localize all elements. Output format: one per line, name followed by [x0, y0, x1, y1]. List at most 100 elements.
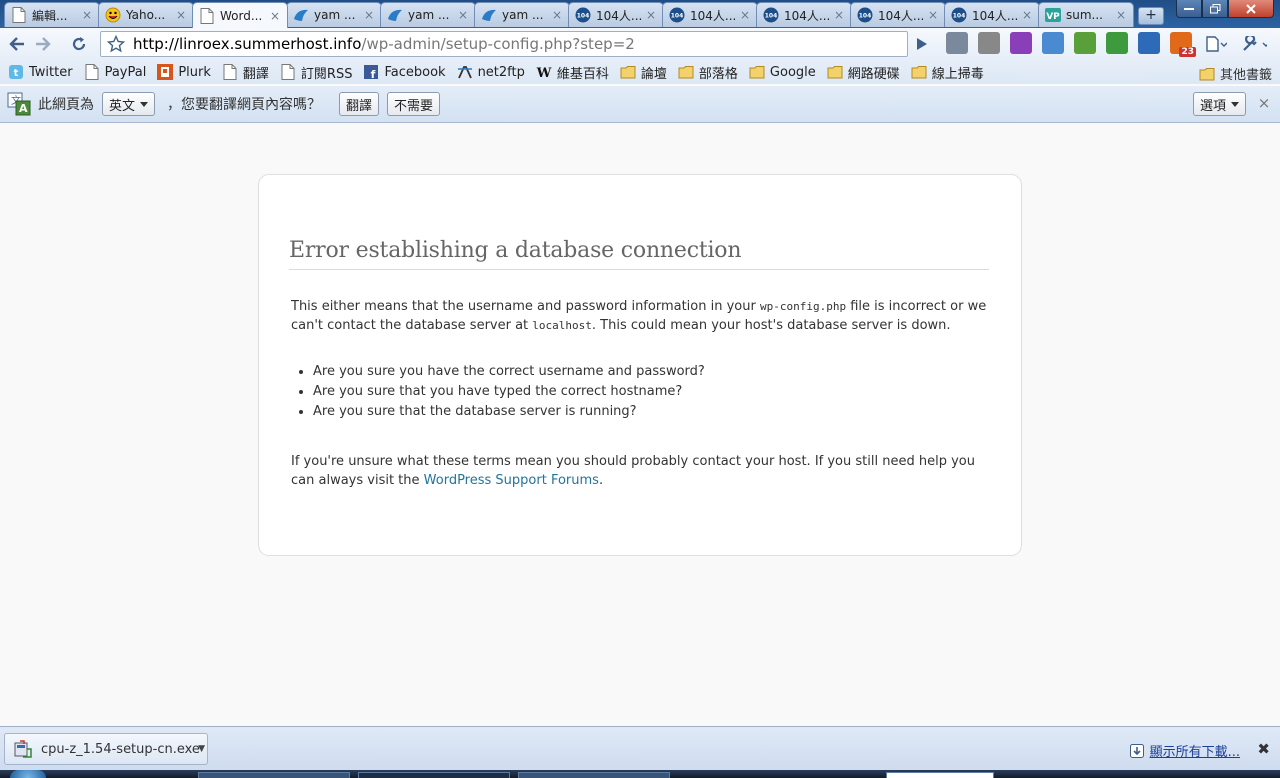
taskbar-button[interactable]	[198, 772, 350, 778]
bookmark-item[interactable]: t Twitter	[8, 64, 73, 80]
page-menu-button[interactable]	[1203, 32, 1229, 56]
close-tab-icon[interactable]: ×	[833, 8, 845, 22]
bookmark-item[interactable]: 論壇	[620, 63, 667, 82]
wikipedia-icon[interactable]	[978, 32, 1000, 54]
bookmark-label: 線上掃毒	[931, 66, 984, 82]
close-tab-icon[interactable]: ×	[269, 9, 281, 23]
start-orb-icon[interactable]	[10, 770, 46, 778]
tab-title: yam ...	[314, 8, 356, 22]
forward-button[interactable]	[30, 32, 56, 56]
104-icon: 104	[575, 7, 591, 23]
plurk-icon[interactable]	[1010, 32, 1032, 54]
tab-9[interactable]: 104 104人... ×	[850, 2, 946, 27]
tab-6[interactable]: 104 104人... ×	[568, 2, 664, 27]
extension-area: 23	[946, 32, 1202, 57]
bookmark-label: 翻譯	[242, 66, 269, 82]
support-forums-link[interactable]: WordPress Support Forums	[424, 473, 599, 488]
tab-7[interactable]: 104 104人... ×	[662, 2, 758, 27]
tab-8[interactable]: 104 104人... ×	[756, 2, 852, 27]
bookmark-item[interactable]: net2ftp	[457, 64, 525, 80]
tab-0[interactable]: 編輯... ×	[4, 2, 100, 27]
translate-button[interactable]: 翻譯	[339, 92, 380, 116]
taskbar-button[interactable]	[518, 772, 670, 778]
close-tab-icon[interactable]: ×	[363, 8, 375, 22]
folder-icon	[1199, 66, 1215, 82]
bookmark-item[interactable]: Google	[749, 64, 816, 80]
taskbar-button[interactable]	[358, 772, 510, 778]
chevron-down-icon	[1231, 101, 1239, 107]
bookmark-label: 維基百科	[556, 66, 609, 82]
tab-title: yam ...	[408, 8, 450, 22]
tab-3[interactable]: yam ... ×	[286, 2, 382, 27]
bookmark-label: Plurk	[178, 64, 211, 80]
bookmark-item[interactable]: 翻譯	[222, 63, 269, 82]
evernote-icon[interactable]	[1074, 32, 1096, 54]
address-bar[interactable]: http://linroex.summerhost.info/wp-admin/…	[100, 31, 908, 57]
close-tab-icon[interactable]: ×	[1021, 8, 1033, 22]
wrench-menu-button[interactable]	[1241, 32, 1267, 56]
tab-5[interactable]: yam ... ×	[474, 2, 570, 27]
infobar-close-button[interactable]: ×	[1256, 95, 1272, 111]
close-tab-icon[interactable]: ×	[551, 8, 563, 22]
tab-2[interactable]: Word... ×	[192, 2, 288, 28]
bookmark-item[interactable]: 線上掃毒	[911, 63, 984, 82]
close-tab-icon[interactable]: ×	[1115, 8, 1127, 22]
svg-text:A: A	[19, 102, 28, 115]
bookmark-item[interactable]: PayPal	[84, 64, 146, 80]
decline-translate-button[interactable]: 不需要	[387, 92, 441, 116]
show-all-downloads-link[interactable]: 顯示所有下載...	[1129, 741, 1240, 760]
page-icon	[11, 7, 27, 23]
download-menu-arrow-icon[interactable]: ▼	[198, 744, 205, 754]
new-tab-button[interactable]: +	[1138, 7, 1164, 25]
help-text-2: .	[598, 473, 604, 488]
close-shelf-button[interactable]: ✖	[1257, 740, 1270, 758]
bookmark-item[interactable]: W 維基百科	[536, 63, 609, 82]
close-tab-icon[interactable]: ×	[81, 8, 93, 22]
close-tab-icon[interactable]: ×	[739, 8, 751, 22]
bookmark-item[interactable]: f Facebook	[363, 64, 446, 80]
bookmark-item[interactable]: 網路硬碟	[827, 63, 900, 82]
svg-text:VP: VP	[1046, 12, 1060, 22]
minimize-button[interactable]	[1176, 0, 1202, 18]
go-button[interactable]	[909, 32, 935, 56]
bookmark-star-icon[interactable]	[106, 34, 126, 57]
download-item[interactable]: cpu-z_1.54-setup-cn.exe ▼	[4, 733, 208, 765]
tab-title: yam ...	[502, 8, 544, 22]
close-window-button[interactable]	[1228, 0, 1274, 18]
rss-reader-icon[interactable]: 23	[1170, 32, 1196, 57]
tools-icon[interactable]	[946, 32, 968, 54]
reload-button[interactable]	[66, 32, 92, 56]
bookmark-item[interactable]: 部落格	[678, 63, 738, 82]
plurk-icon	[157, 64, 174, 80]
language-select[interactable]: 英文	[102, 92, 156, 116]
translate-options-button[interactable]: 選項	[1192, 92, 1246, 116]
close-tab-icon[interactable]: ×	[927, 8, 939, 22]
taskbar-search[interactable]	[886, 772, 994, 778]
tab-11[interactable]: VP sum... ×	[1038, 2, 1134, 27]
ie-tab-icon[interactable]	[1042, 32, 1064, 54]
tab-title: 104人...	[784, 8, 831, 23]
checklist-item: Are you sure that the database server is…	[313, 402, 989, 422]
play-icon	[917, 38, 927, 50]
close-tab-icon[interactable]: ×	[175, 8, 187, 22]
checklist-item: Are you sure that you have typed the cor…	[313, 382, 989, 402]
refresh-ext-icon[interactable]	[1106, 32, 1128, 54]
restore-icon	[1209, 3, 1220, 13]
tab-10[interactable]: 104 104人... ×	[944, 2, 1040, 27]
other-bookmarks[interactable]: 其他書籤	[1199, 64, 1272, 83]
back-button[interactable]	[4, 32, 30, 56]
close-tab-icon[interactable]: ×	[457, 8, 469, 22]
tab-4[interactable]: yam ... ×	[380, 2, 476, 27]
help-text-1: If you're unsure what these terms mean y…	[291, 454, 975, 488]
bookmark-item[interactable]: Plurk	[157, 64, 211, 80]
bookmark-item[interactable]: 訂閱RSS	[280, 63, 352, 82]
yam-icon	[387, 7, 403, 23]
yam-icon	[293, 7, 309, 23]
tab-1[interactable]: Yaho... ×	[98, 2, 194, 27]
bookmark-label: Google	[769, 64, 816, 80]
close-tab-icon[interactable]: ×	[645, 8, 657, 22]
seo-icon[interactable]	[1138, 32, 1160, 54]
twitter-icon: t	[8, 64, 24, 80]
reload-icon	[72, 37, 86, 51]
maximize-button[interactable]	[1202, 0, 1228, 18]
